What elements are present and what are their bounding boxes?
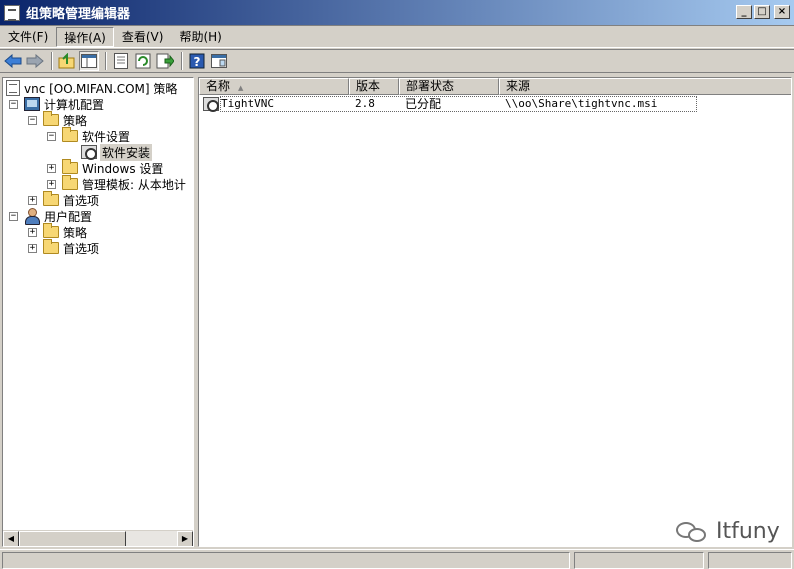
policy-doc-icon [6,80,20,96]
msi-package-icon [203,97,219,112]
cell-state: 已分配 [405,97,442,111]
cell-version: 2.8 [355,97,375,110]
tree-item-user-policies[interactable]: + 策略 [28,223,88,240]
computer-icon [24,97,40,111]
user-icon [24,208,40,225]
tree-item-software-settings[interactable]: − 软件设置 [47,127,131,144]
tree-item-computer-config[interactable]: − 计算机配置 [9,96,104,112]
app-icon [4,4,20,21]
collapse-icon[interactable]: − [9,211,18,221]
column-header-version[interactable]: 版本 [349,78,399,95]
menu-action[interactable]: 操作(A) [56,26,114,47]
status-pane-2 [574,552,704,569]
expand-icon[interactable]: + [47,179,56,189]
status-bar [0,549,794,569]
toolbar-separator [105,52,107,70]
up-folder-icon[interactable] [57,51,77,71]
column-header-label: 版本 [356,79,381,93]
tree-item-software-install[interactable]: 软件安装 [81,143,153,161]
title-bar: 组策略管理编辑器 _ □ × [0,0,794,26]
scroll-right-icon[interactable]: ▶ [177,531,193,546]
tree-item-preferences[interactable]: + 首选项 [28,191,100,208]
tree-item-label: 计算机配置 [44,97,105,112]
folder-icon [43,239,59,254]
tree-item-policies[interactable]: − 策略 [28,111,88,128]
window-controls: _ □ × [736,5,790,19]
toolbar-separator [181,52,183,70]
sort-ascending-icon: ▲ [238,84,244,92]
column-header-label: 名称 [206,79,231,93]
software-install-icon [81,145,97,160]
folder-open-icon [62,127,78,142]
tree-horizontal-scrollbar[interactable]: ◀ ▶ [3,530,193,546]
console-view-icon[interactable] [209,51,229,71]
show-tree-icon[interactable] [79,51,99,71]
folder-icon [62,175,78,190]
column-header-label: 部署状态 [406,79,455,93]
tree-item-label: 软件设置 [82,129,131,144]
tree-item-label: 用户配置 [44,209,93,224]
folder-icon [43,191,59,206]
list-pane[interactable]: 名称 ▲ 版本 部署状态 来源 TightVNC 2.8 已分配 \\oo\Sha… [198,77,792,547]
menu-file[interactable]: 文件(F) [0,27,56,47]
tree-root[interactable]: vnc [OO.MIFAN.COM] 策略 [6,80,177,96]
cell-name: TightVNC [221,97,274,110]
toolbar-separator [51,52,53,70]
forward-icon[interactable] [25,51,45,71]
expand-icon[interactable]: + [28,243,37,253]
tree-item-label: 策略 [63,225,88,240]
scroll-left-icon[interactable]: ◀ [3,531,19,546]
table-row[interactable]: TightVNC 2.8 已分配 \\oo\Share\tightvnc.msi [199,96,699,112]
export-icon[interactable] [155,51,175,71]
expand-icon[interactable]: + [47,163,56,173]
tree-item-windows-settings[interactable]: + Windows 设置 [47,159,164,176]
tree-item-admin-templates[interactable]: + 管理模板: 从本地计 [47,175,186,192]
watermark: Itfuny [676,519,780,544]
menu-view[interactable]: 查看(V) [114,27,172,47]
scroll-thumb[interactable] [19,531,126,546]
back-icon[interactable] [3,51,23,71]
column-header-state[interactable]: 部署状态 [399,78,499,95]
folder-icon [62,159,78,174]
wechat-icon [676,520,710,544]
window-title: 组策略管理编辑器 [26,7,131,22]
status-pane-3 [708,552,792,569]
tree-pane[interactable]: vnc [OO.MIFAN.COM] 策略 − 计算机配置 − 策略 − 软件设… [2,77,194,547]
tree-item-label: Windows 设置 [82,161,164,176]
help-icon[interactable]: ? [187,51,207,71]
properties-icon[interactable] [111,51,131,71]
collapse-icon[interactable]: − [9,99,18,109]
maximize-button[interactable]: □ [754,5,770,19]
collapse-icon[interactable]: − [28,115,37,125]
column-header-source[interactable]: 来源 [499,78,791,95]
menu-bar: 文件(F) 操作(A) 查看(V) 帮助(H) [0,26,794,48]
refresh-icon[interactable] [133,51,153,71]
tree-root-label: vnc [OO.MIFAN.COM] 策略 [24,81,178,96]
toolbar: ? [0,49,794,73]
tree-item-user-config[interactable]: − 用户配置 [9,208,93,225]
tree-item-label: 首选项 [63,193,100,208]
tree-item-label: 软件安装 [100,143,153,161]
column-header-name[interactable]: 名称 ▲ [199,78,349,95]
expand-icon[interactable]: + [28,227,37,237]
folder-icon [43,223,59,238]
cell-source: \\oo\Share\tightvnc.msi [505,97,658,110]
tree-item-label: 管理模板: 从本地计 [82,177,186,192]
status-pane-main [2,552,570,569]
collapse-icon[interactable]: − [47,131,56,141]
minimize-button[interactable]: _ [736,5,752,19]
column-header-label: 来源 [506,79,531,93]
expand-icon[interactable]: + [28,195,37,205]
tree-item-user-preferences[interactable]: + 首选项 [28,239,100,256]
tree-item-label: 首选项 [63,241,100,256]
folder-icon [43,111,59,126]
menu-help[interactable]: 帮助(H) [171,27,229,47]
close-button[interactable]: × [774,5,790,19]
watermark-text: Itfuny [716,519,780,544]
tree-item-label: 策略 [63,113,88,128]
svg-text:?: ? [194,55,201,69]
